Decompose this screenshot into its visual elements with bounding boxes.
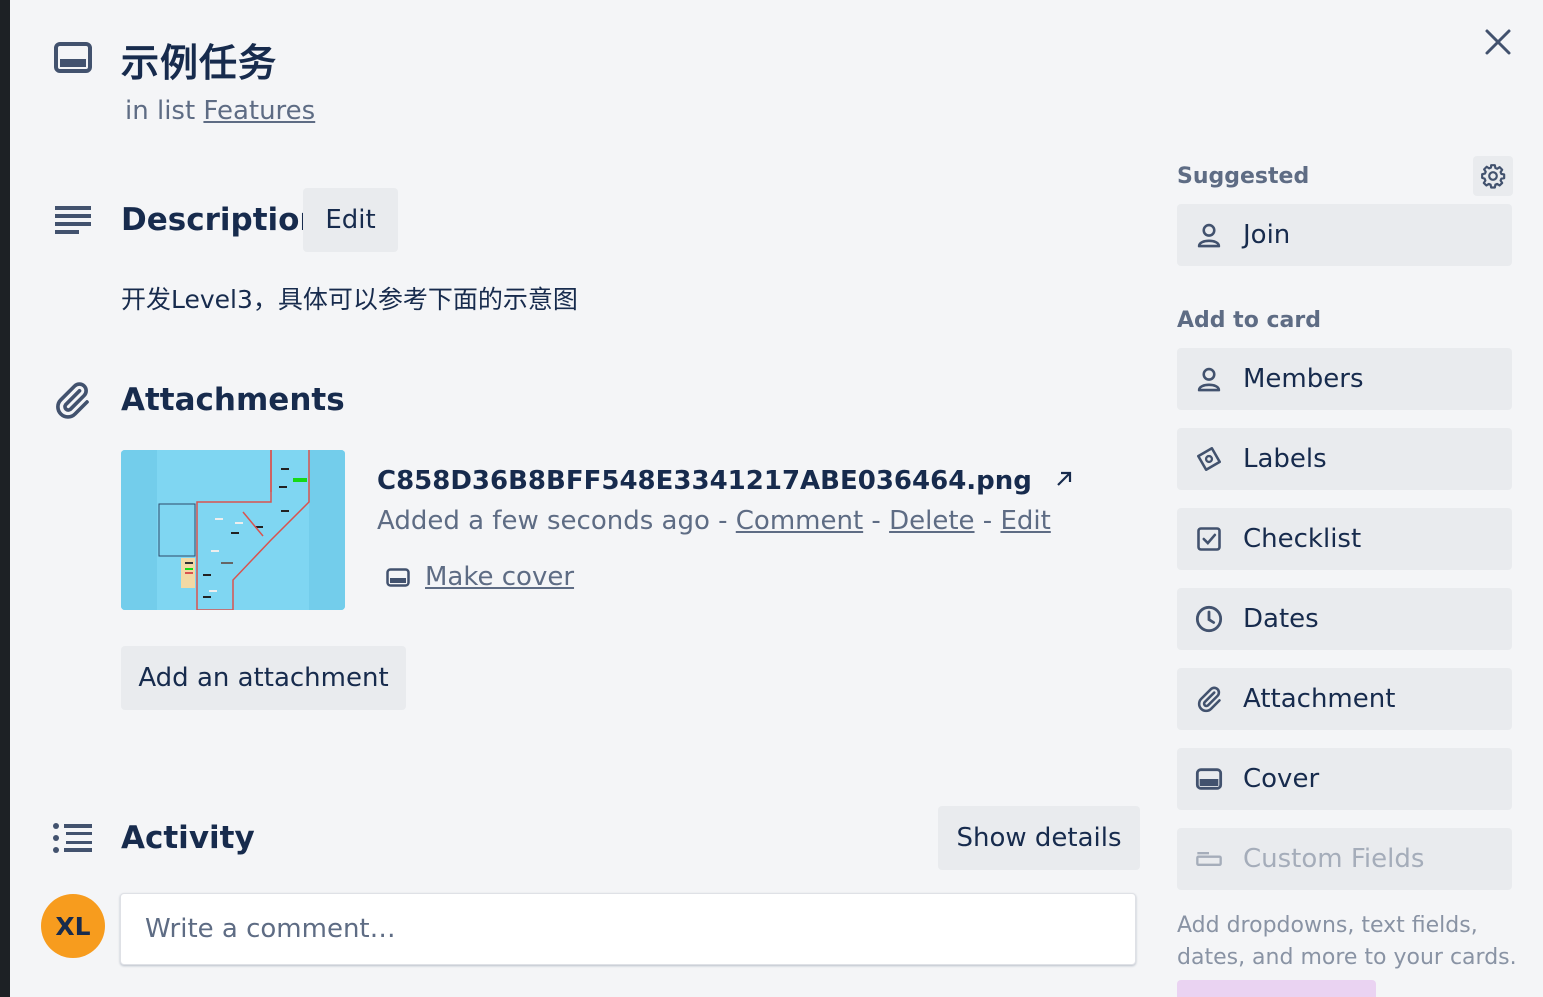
list-link[interactable]: Features: [203, 96, 315, 126]
custom-fields-icon: [1196, 852, 1222, 866]
attachment-label: Attachment: [1243, 684, 1396, 714]
attachment-delete-link[interactable]: Delete: [889, 506, 974, 536]
attachment-edit-link[interactable]: Edit: [1000, 506, 1050, 536]
tag-icon: [1197, 447, 1221, 471]
upgrade-button-peek[interactable]: [1177, 980, 1376, 997]
attachment-button[interactable]: Attachment: [1177, 668, 1512, 730]
cover-label: Cover: [1243, 764, 1320, 794]
labels-button[interactable]: Labels: [1177, 428, 1512, 490]
checklist-label: Checklist: [1243, 524, 1362, 554]
person-icon: [1197, 223, 1221, 248]
custom-fields-label: Custom Fields: [1243, 844, 1425, 874]
paperclip-icon: [1197, 686, 1221, 713]
attachment-thumbnail[interactable]: [121, 450, 345, 610]
separator-3: -: [974, 506, 1001, 536]
custom-fields-button[interactable]: Custom Fields: [1177, 828, 1512, 890]
checkbox-icon: [1197, 527, 1221, 551]
labels-label: Labels: [1243, 444, 1327, 474]
suggested-label: Suggested: [1177, 164, 1310, 189]
activity-icon: [53, 823, 92, 853]
attachment-preview-image: [121, 450, 345, 610]
external-link-icon[interactable]: [1053, 468, 1075, 490]
dates-label: Dates: [1243, 604, 1319, 634]
avatar[interactable]: XL: [41, 894, 105, 958]
paperclip-icon: [56, 382, 89, 419]
card-detail-modal: 示例任务 in list Features Description Edit 开…: [10, 0, 1543, 997]
custom-fields-hint: Add dropdowns, text fields, dates, and m…: [1177, 913, 1517, 970]
attachment-file-name-text[interactable]: C858D36B8BFF548E3341217ABE036464.png: [377, 466, 1032, 496]
description-title: Description: [121, 202, 322, 238]
separator-1: -: [709, 506, 736, 536]
person-icon: [1197, 367, 1221, 392]
show-details-button[interactable]: Show details: [938, 806, 1140, 870]
attachment-added-text: Added a few seconds ago: [377, 506, 710, 536]
add-to-card-label: Add to card: [1177, 308, 1321, 333]
comment-input[interactable]: [120, 893, 1136, 965]
description-edit-button[interactable]: Edit: [303, 188, 398, 252]
in-list-prefix: in list: [125, 96, 196, 126]
attachment-meta: Added a few seconds ago - Comment - Dele…: [377, 506, 1051, 536]
clock-icon: [1195, 605, 1223, 633]
description-icon: [55, 206, 91, 234]
gear-icon: [1481, 164, 1506, 189]
close-icon[interactable]: [1478, 22, 1518, 62]
make-cover-link[interactable]: Make cover: [425, 562, 574, 592]
join-button[interactable]: Join: [1177, 204, 1512, 266]
cover-button[interactable]: Cover: [1177, 748, 1512, 810]
description-text[interactable]: 开发Level3，具体可以参考下面的示意图: [121, 280, 578, 316]
join-label: Join: [1243, 220, 1291, 250]
dates-button[interactable]: Dates: [1177, 588, 1512, 650]
activity-title: Activity: [121, 820, 255, 856]
attachment-comment-link[interactable]: Comment: [736, 506, 863, 536]
cover-icon: [386, 568, 410, 587]
card-list-info: in list Features: [125, 96, 315, 126]
attachment-file-name: C858D36B8BFF548E3341217ABE036464.png: [377, 466, 1075, 496]
attachments-title: Attachments: [121, 382, 345, 418]
suggested-settings-button[interactable]: [1473, 156, 1513, 196]
checklist-button[interactable]: Checklist: [1177, 508, 1512, 570]
members-label: Members: [1243, 364, 1364, 394]
add-attachment-button[interactable]: Add an attachment: [121, 646, 406, 710]
card-icon: [54, 42, 92, 73]
card-title[interactable]: 示例任务: [121, 32, 277, 87]
separator-2: -: [863, 506, 890, 536]
cover-icon: [1195, 768, 1223, 790]
members-button[interactable]: Members: [1177, 348, 1512, 410]
